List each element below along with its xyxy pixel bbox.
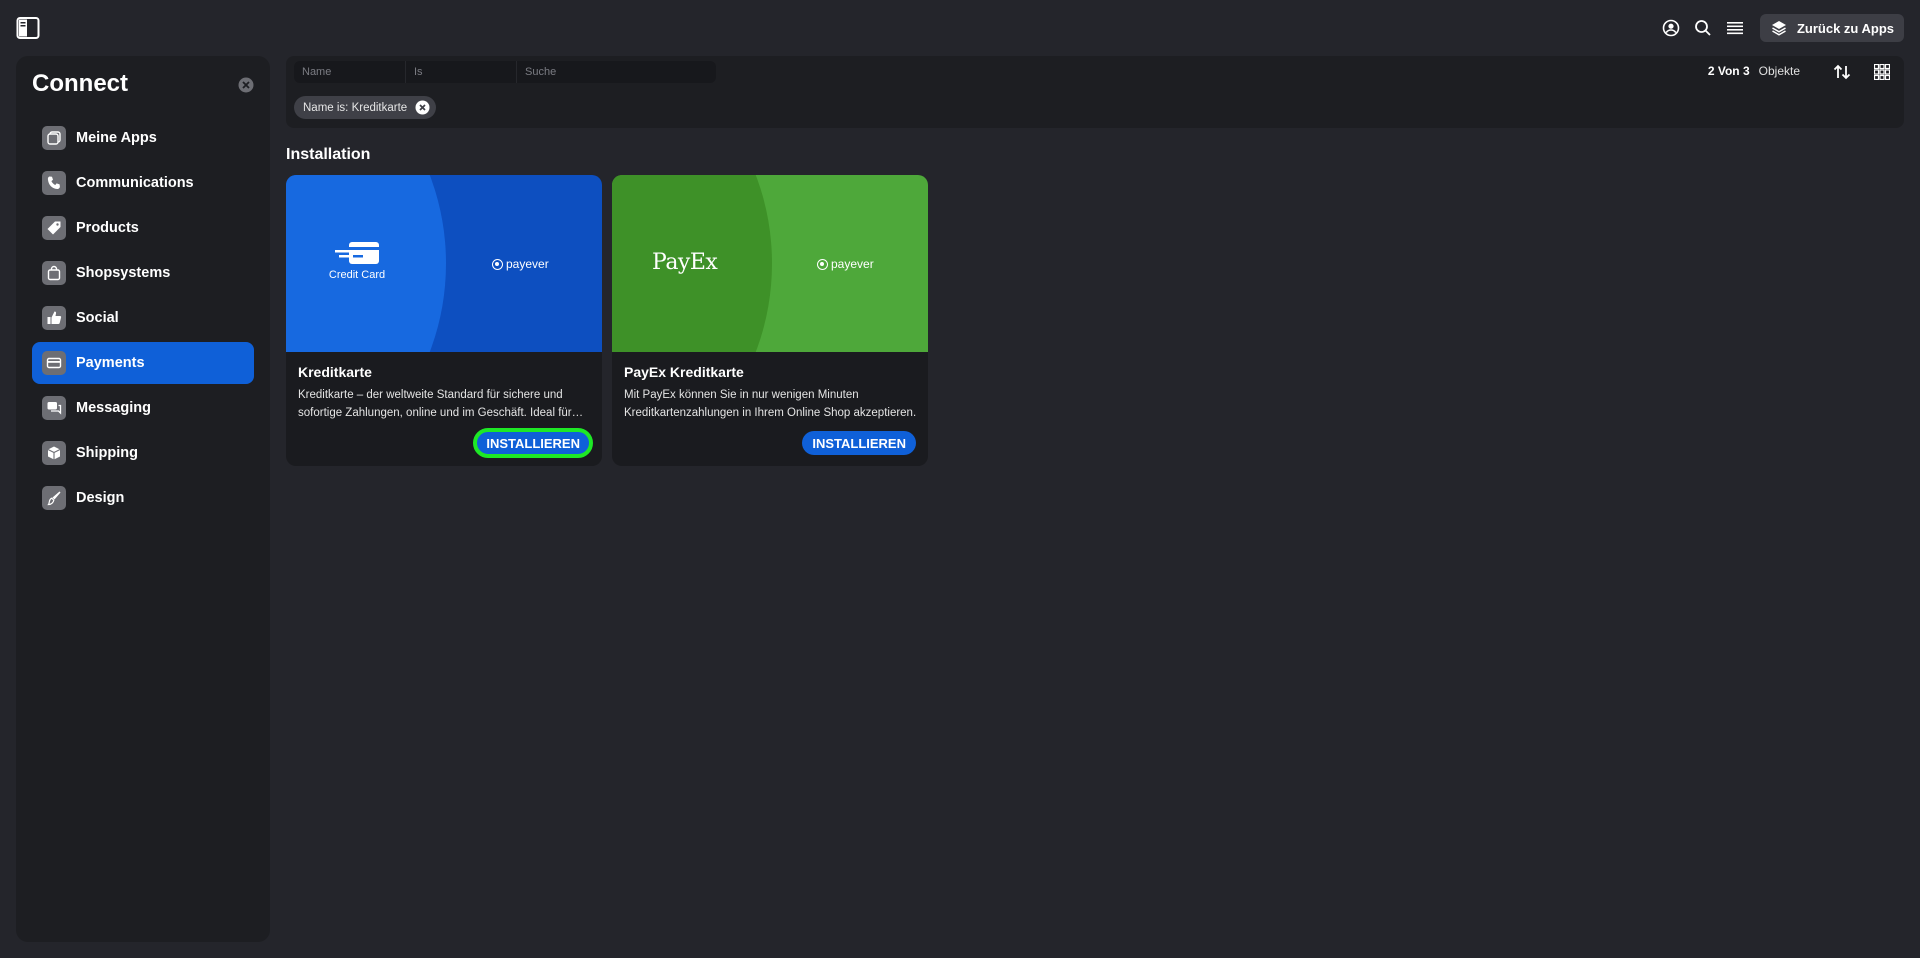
app-card-payex-kreditkarte[interactable]: PayEx payever PayEx Kreditkarte Mit PayE… (612, 175, 928, 466)
sidebar-item-label: Communications (76, 175, 194, 191)
sidebar-item-products[interactable]: Products (32, 207, 254, 249)
credit-card-icon (42, 351, 66, 375)
app-title: PayEx Kreditkarte (624, 364, 744, 380)
app-description: Mit PayEx können Sie in nur wenigen Minu… (624, 389, 917, 419)
sort-icon[interactable] (1832, 62, 1852, 82)
filter-row: Name Is Suche (294, 61, 716, 83)
back-to-apps-button[interactable]: Zurück zu Apps (1759, 14, 1904, 42)
payex-logo: PayEx (652, 250, 718, 275)
app-description: Kreditkarte – der weltweite Standard für… (298, 389, 572, 419)
layers-icon (1770, 19, 1788, 37)
brush-icon (42, 486, 66, 510)
filter-chip: Name is: Kreditkarte (294, 96, 437, 119)
sidebar-item-label: Design (76, 490, 125, 506)
close-icon[interactable] (238, 77, 254, 93)
thumbs-up-icon (42, 306, 66, 330)
app-card-kreditkarte[interactable]: Credit Card payever Kreditkarte Kreditka… (286, 175, 602, 466)
app-banner: PayEx payever (612, 175, 928, 352)
chat-icon (42, 396, 66, 420)
shopping-bag-icon (42, 261, 66, 285)
sidebar: Connect Meine Apps Communications Produc… (16, 56, 270, 942)
sidebar-item-label: Shopsystems (76, 265, 171, 281)
sidebar-item-label: Shipping (76, 445, 139, 461)
box-icon (42, 441, 66, 465)
result-count: 2 Von 3 Objekte (1708, 64, 1800, 78)
result-count-label: Objekte (1758, 64, 1800, 78)
section-title: Installation (286, 146, 371, 163)
sidebar-nav: Meine Apps Communications Products Shops… (32, 117, 254, 522)
sidebar-item-label: Messaging (76, 400, 151, 416)
sidebar-item-communications[interactable]: Communications (32, 162, 254, 204)
filter-field-select[interactable]: Name (294, 61, 406, 83)
payever-logo: payever (817, 257, 874, 271)
filter-panel: Name Is Suche Name is: Kreditkarte 2 Von… (286, 56, 1904, 128)
sidebar-item-label: Payments (76, 355, 145, 371)
account-icon[interactable] (1660, 17, 1682, 39)
sidebar-title: Connect (32, 70, 128, 97)
grid-view-icon[interactable] (1873, 63, 1891, 81)
search-input[interactable]: Suche (517, 61, 716, 83)
install-button[interactable]: INSTALLIEREN (473, 428, 593, 458)
search-icon[interactable] (1692, 17, 1714, 39)
filter-chip-label: Name is: Kreditkarte (303, 101, 408, 114)
payever-logo-label: payever (831, 257, 874, 271)
payever-dot-icon (817, 258, 828, 270)
remove-filter-icon[interactable] (415, 100, 430, 115)
sidebar-item-label: Meine Apps (76, 130, 157, 146)
menu-icon[interactable] (1724, 17, 1746, 39)
app-banner: Credit Card payever (286, 175, 602, 352)
top-actions: Zurück zu Apps (1660, 14, 1904, 42)
sidebar-item-shipping[interactable]: Shipping (32, 432, 254, 474)
payever-dot-icon (492, 258, 503, 270)
tag-icon (42, 216, 66, 240)
sidebar-item-payments[interactable]: Payments (32, 342, 254, 384)
sidebar-item-shopsystems[interactable]: Shopsystems (32, 252, 254, 294)
sidebar-item-messaging[interactable]: Messaging (32, 387, 254, 429)
app-title: Kreditkarte (298, 364, 372, 380)
top-bar: Zurück zu Apps (0, 0, 1920, 55)
filter-operator-select[interactable]: Is (406, 61, 517, 83)
credit-card-logo: Credit Card (312, 241, 402, 281)
credit-card-icon (312, 241, 402, 269)
install-button[interactable]: INSTALLIEREN (802, 431, 916, 455)
back-to-apps-label: Zurück zu Apps (1796, 20, 1894, 36)
sidebar-item-social[interactable]: Social (32, 297, 254, 339)
phone-icon (42, 171, 66, 195)
result-count-number: 2 Von 3 (1707, 64, 1750, 78)
payever-logo-label: payever (506, 257, 549, 271)
apps-icon (42, 126, 66, 150)
sidebar-item-meine-apps[interactable]: Meine Apps (32, 117, 254, 159)
sidebar-toggle-icon[interactable] (16, 16, 40, 40)
sidebar-item-label: Products (76, 220, 139, 236)
payever-logo: payever (492, 257, 549, 271)
sidebar-item-label: Social (76, 310, 119, 326)
credit-card-logo-label: Credit Card (328, 269, 386, 281)
sidebar-item-design[interactable]: Design (32, 477, 254, 519)
